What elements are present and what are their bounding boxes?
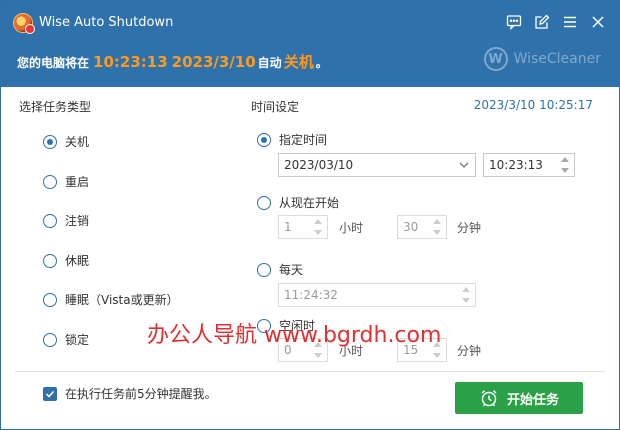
spin-down-icon[interactable] bbox=[314, 353, 322, 358]
time-settings-title: 时间设定 bbox=[251, 100, 300, 114]
task-label: 休眠 bbox=[65, 254, 90, 268]
task-radio-hibernate[interactable]: 休眠 bbox=[43, 252, 89, 269]
minute-unit: 分钟 bbox=[457, 221, 482, 235]
start-task-label: 开始任务 bbox=[506, 391, 559, 407]
edit-icon[interactable] bbox=[531, 11, 553, 33]
alarm-clock-icon bbox=[481, 390, 497, 407]
status-date: 2023/3/10 bbox=[171, 53, 256, 71]
spin-down-icon[interactable] bbox=[462, 298, 470, 303]
status-prefix: 您的电脑将在 bbox=[17, 56, 90, 70]
status-middle: 自动 bbox=[257, 56, 282, 70]
task-radio-lock[interactable]: 锁定 bbox=[43, 331, 89, 348]
spin-buttons[interactable] bbox=[460, 285, 472, 305]
task-label: 重启 bbox=[65, 175, 90, 189]
watermark-text: 办公人导航 www.bgrdh.com bbox=[147, 323, 442, 348]
header: Wise Auto Shutdown 您的电脑将在 10:23:13 2023/… bbox=[1, 1, 619, 87]
status-time: 10:23:13 bbox=[93, 53, 168, 71]
wisecleaner-logo-icon: W bbox=[483, 47, 508, 71]
start-task-button[interactable]: 开始任务 bbox=[455, 382, 583, 414]
task-type-title: 选择任务类型 bbox=[19, 100, 92, 114]
app-title: Wise Auto Shutdown bbox=[39, 15, 174, 30]
spin-down-icon[interactable] bbox=[314, 230, 322, 235]
chevron-down-icon[interactable] bbox=[459, 160, 469, 170]
titlebar-controls bbox=[503, 11, 609, 33]
spin-buttons[interactable] bbox=[559, 155, 571, 175]
time-stepper-daily[interactable]: 11:24:32 bbox=[278, 283, 476, 307]
spin-down-icon[interactable] bbox=[433, 230, 441, 235]
time-value: 10:23:13 bbox=[489, 158, 543, 172]
status-action: 关机 bbox=[283, 53, 314, 71]
radio-dot[interactable] bbox=[257, 262, 271, 277]
checkbox-checked-icon[interactable] bbox=[43, 386, 57, 401]
minutes-value: 30 bbox=[403, 220, 419, 234]
task-radio-restart[interactable]: 重启 bbox=[43, 173, 89, 190]
task-label: 锁定 bbox=[65, 333, 90, 347]
time-option-label: 指定时间 bbox=[279, 133, 328, 147]
main-window: Wise Auto Shutdown 您的电脑将在 10:23:13 2023/… bbox=[0, 0, 620, 430]
date-value: 2023/03/10 bbox=[284, 158, 354, 172]
remind-checkbox[interactable]: 在执行任务前5分钟提醒我。 bbox=[43, 385, 217, 402]
current-time: 2023/3/10 10:25:17 bbox=[473, 98, 593, 112]
spin-buttons[interactable] bbox=[431, 217, 443, 237]
close-icon[interactable] bbox=[587, 11, 609, 33]
menu-icon[interactable] bbox=[559, 11, 581, 33]
task-label: 关机 bbox=[65, 135, 90, 149]
task-label: 睡眠（Vista或更新） bbox=[65, 293, 179, 307]
radio-dot[interactable] bbox=[43, 253, 57, 268]
radio-dot[interactable] bbox=[43, 134, 57, 149]
time-value: 11:24:32 bbox=[284, 288, 338, 302]
time-option-label: 每天 bbox=[279, 263, 304, 277]
radio-dot[interactable] bbox=[257, 195, 271, 210]
time-option-label: 从现在开始 bbox=[279, 196, 340, 210]
time-radio-specified[interactable]: 指定时间 bbox=[257, 131, 327, 148]
status-suffix: 。 bbox=[315, 56, 328, 70]
task-radio-shutdown[interactable]: 关机 bbox=[43, 133, 89, 150]
app-logo-icon bbox=[13, 13, 35, 34]
radio-dot[interactable] bbox=[43, 174, 57, 189]
spin-buttons[interactable] bbox=[312, 217, 324, 237]
shutdown-status: 您的电脑将在 10:23:13 2023/3/10 自动 关机 。 bbox=[17, 51, 328, 72]
task-radio-logoff[interactable]: 注销 bbox=[43, 212, 89, 229]
radio-dot[interactable] bbox=[43, 213, 57, 228]
spin-up-icon[interactable] bbox=[433, 219, 441, 224]
spin-down-icon[interactable] bbox=[561, 168, 569, 173]
hours-value: 1 bbox=[284, 220, 292, 234]
spin-up-icon[interactable] bbox=[561, 157, 569, 162]
spin-down-icon[interactable] bbox=[433, 353, 441, 358]
radio-dot[interactable] bbox=[43, 292, 57, 307]
footer-divider bbox=[15, 371, 605, 372]
time-radio-from-now[interactable]: 从现在开始 bbox=[257, 194, 339, 211]
radio-dot[interactable] bbox=[43, 332, 57, 347]
time-radio-daily[interactable]: 每天 bbox=[257, 261, 303, 278]
time-stepper-specified[interactable]: 10:23:13 bbox=[483, 153, 575, 177]
date-picker[interactable]: 2023/03/10 bbox=[278, 153, 476, 177]
spin-up-icon[interactable] bbox=[314, 219, 322, 224]
brand-name: WiseCleaner bbox=[513, 51, 601, 67]
feedback-icon[interactable] bbox=[503, 11, 525, 33]
remind-label: 在执行任务前5分钟提醒我。 bbox=[65, 387, 217, 401]
minute-unit: 分钟 bbox=[457, 344, 482, 358]
task-radio-sleep[interactable]: 睡眠（Vista或更新） bbox=[43, 291, 179, 308]
hour-unit: 小时 bbox=[339, 221, 364, 235]
task-label: 注销 bbox=[65, 214, 90, 228]
brand-logo[interactable]: W WiseCleaner bbox=[483, 47, 601, 71]
minutes-stepper-from-now[interactable]: 30 bbox=[397, 215, 447, 239]
hours-stepper-from-now[interactable]: 1 bbox=[278, 215, 328, 239]
title-bar[interactable]: Wise Auto Shutdown bbox=[1, 1, 619, 41]
radio-dot[interactable] bbox=[257, 132, 271, 147]
spin-up-icon[interactable] bbox=[462, 287, 470, 292]
